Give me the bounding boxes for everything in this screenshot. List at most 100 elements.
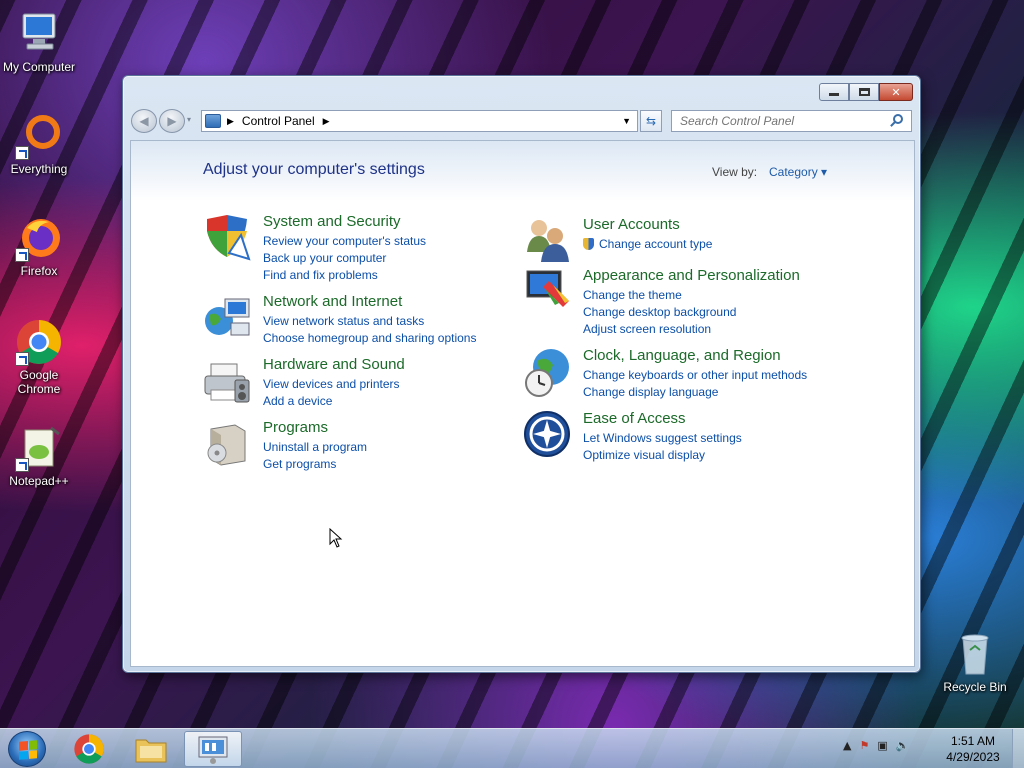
globe-clock-icon: [523, 347, 573, 397]
window-controls: ✕: [819, 83, 913, 101]
category-title[interactable]: System and Security: [263, 213, 401, 230]
network-globe-icon: [203, 293, 253, 343]
link-back-up-computer[interactable]: Back up your computer: [263, 250, 426, 267]
refresh-icon: ⇆: [645, 114, 657, 128]
start-button[interactable]: [8, 731, 46, 767]
back-button[interactable]: ◀: [131, 109, 157, 133]
shortcut-arrow-icon: [15, 146, 29, 160]
link-adjust-screen-resolution[interactable]: Adjust screen resolution: [583, 321, 736, 338]
close-button[interactable]: ✕: [879, 83, 913, 101]
action-center-flag-icon[interactable]: ⚑: [859, 739, 869, 752]
shield-icon: [203, 213, 253, 263]
category-title[interactable]: Hardware and Sound: [263, 356, 405, 373]
category-title[interactable]: Ease of Access: [583, 410, 686, 427]
forward-button[interactable]: ▶: [159, 109, 185, 133]
breadcrumb-control-panel[interactable]: Control Panel: [242, 114, 315, 128]
page-title: Adjust your computer's settings: [203, 161, 425, 178]
link-add-device[interactable]: Add a device: [263, 393, 400, 410]
recycle-bin-icon: [951, 630, 999, 678]
taskbar-control-panel[interactable]: [184, 731, 242, 767]
computer-icon: [15, 10, 63, 58]
desktop-icon-label: Recycle Bin: [943, 680, 1007, 694]
taskbar-chrome[interactable]: [60, 731, 118, 767]
network-icon[interactable]: ▣: [877, 739, 887, 752]
desktop-icon-label: Firefox: [20, 264, 58, 278]
forward-arrow-icon: ▶: [167, 114, 177, 128]
view-by-dropdown[interactable]: Category: [769, 165, 827, 179]
desktop-icon-firefox[interactable]: Firefox: [0, 214, 78, 278]
shortcut-arrow-icon: [15, 458, 29, 472]
folder-icon: [135, 739, 167, 763]
desktop-icon-my-computer[interactable]: My Computer: [0, 10, 78, 74]
show-desktop-button[interactable]: [1012, 729, 1024, 768]
breadcrumb-chevron-icon[interactable]: ▶: [227, 116, 234, 127]
link-change-account-type[interactable]: Change account type: [583, 236, 712, 253]
system-tray: ▲ ⚑ ▣ 🔈: [843, 739, 909, 752]
link-get-programs[interactable]: Get programs: [263, 456, 367, 473]
firefox-icon: [15, 214, 63, 262]
control-panel-content: Adjust your computer's settings View by:…: [130, 140, 915, 667]
breadcrumb-chevron-icon[interactable]: ▶: [323, 116, 330, 127]
link-uninstall-program[interactable]: Uninstall a program: [263, 439, 367, 456]
recent-pages-dropdown-icon[interactable]: ▾: [187, 115, 191, 124]
minimize-icon: [829, 93, 839, 96]
desktop-icon-label: Google Chrome: [17, 368, 61, 396]
control-panel-icon: [198, 736, 228, 764]
programs-box-icon: [203, 419, 253, 469]
maximize-button[interactable]: [849, 83, 879, 101]
control-panel-window: ✕ ◀ ▶ ▾ ▶ Control Panel ▶ ▼ ⇆ Adjust you…: [122, 75, 921, 673]
users-icon: [523, 216, 573, 266]
show-hidden-icons-button[interactable]: ▲: [843, 739, 851, 752]
everything-search-icon: [15, 112, 63, 160]
taskbar-file-explorer[interactable]: [122, 731, 180, 767]
desktop-icon-recycle-bin[interactable]: Recycle Bin: [936, 630, 1014, 694]
desktop-icon-everything[interactable]: Everything: [0, 112, 78, 176]
search-icon[interactable]: [893, 114, 903, 124]
back-arrow-icon: ◀: [139, 114, 149, 128]
shortcut-arrow-icon: [15, 248, 29, 262]
link-review-computer-status[interactable]: Review your computer's status: [263, 233, 426, 250]
view-by-label: View by:: [712, 165, 758, 179]
link-windows-suggest-settings[interactable]: Let Windows suggest settings: [583, 430, 742, 447]
mouse-cursor-icon: [329, 528, 343, 548]
link-homegroup-sharing[interactable]: Choose homegroup and sharing options: [263, 330, 476, 347]
windows-logo-icon: [19, 740, 37, 760]
link-find-fix-problems[interactable]: Find and fix problems: [263, 267, 426, 284]
link-change-display-language[interactable]: Change display language: [583, 384, 807, 401]
refresh-button[interactable]: ⇆: [640, 110, 662, 132]
taskbar-clock[interactable]: 1:51 AM 4/29/2023: [940, 733, 1006, 765]
link-view-devices-printers[interactable]: View devices and printers: [263, 376, 400, 393]
monitor-paint-icon: [523, 267, 573, 317]
link-view-network-status[interactable]: View network status and tasks: [263, 313, 476, 330]
category-title[interactable]: Clock, Language, and Region: [583, 347, 781, 364]
volume-muted-icon[interactable]: 🔈: [896, 739, 910, 752]
link-change-theme[interactable]: Change the theme: [583, 287, 736, 304]
navigation-bar: ◀ ▶ ▾ ▶ Control Panel ▶ ▼ ⇆: [131, 108, 912, 134]
link-optimize-visual-display[interactable]: Optimize visual display: [583, 447, 742, 464]
address-dropdown-icon[interactable]: ▼: [622, 116, 631, 126]
desktop-icon-label: Everything: [10, 162, 68, 176]
taskbar: ▲ ⚑ ▣ 🔈 1:51 AM 4/29/2023: [0, 728, 1024, 768]
desktop-icon-label: My Computer: [2, 60, 76, 74]
desktop-icon-label: Notepad++: [9, 474, 69, 488]
clock-date: 4/29/2023: [946, 750, 1000, 764]
chrome-icon: [15, 318, 63, 366]
shortcut-arrow-icon: [15, 352, 29, 366]
clock-time: 1:51 AM: [950, 734, 996, 748]
control-panel-icon: [205, 114, 221, 128]
address-bar[interactable]: ▶ Control Panel ▶ ▼: [201, 110, 638, 132]
notepadpp-icon: [15, 424, 63, 472]
ease-of-access-icon: [523, 410, 573, 460]
category-title[interactable]: Appearance and Personalization: [583, 267, 800, 284]
search-input[interactable]: [671, 110, 912, 132]
link-change-desktop-background[interactable]: Change desktop background: [583, 304, 736, 321]
link-change-keyboards[interactable]: Change keyboards or other input methods: [583, 367, 807, 384]
desktop-icon-google-chrome[interactable]: Google Chrome: [0, 318, 78, 396]
desktop-icon-notepadpp[interactable]: Notepad++: [0, 424, 78, 488]
category-title[interactable]: Network and Internet: [263, 293, 402, 310]
close-icon: ✕: [891, 85, 901, 99]
minimize-button[interactable]: [819, 83, 849, 101]
category-title[interactable]: User Accounts: [583, 216, 680, 233]
printer-icon: [203, 356, 253, 406]
category-title[interactable]: Programs: [263, 419, 328, 436]
